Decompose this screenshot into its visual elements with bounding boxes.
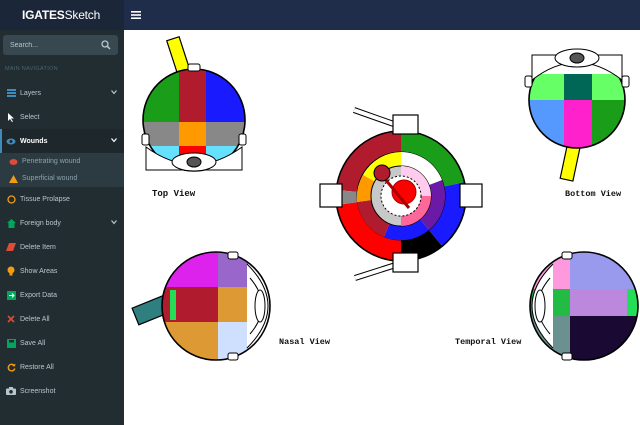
lightbulb-icon xyxy=(6,266,16,276)
sidebar-item-penetrating-wound[interactable]: Penetrating wound xyxy=(0,153,124,170)
brand-bold: IGATES xyxy=(22,8,65,22)
warning-icon xyxy=(8,174,18,184)
sidebar-item-save-all[interactable]: Save All xyxy=(0,331,124,355)
sidebar-item-label: Delete All xyxy=(20,315,50,323)
nav-header: MAIN NAVIGATION xyxy=(5,66,58,72)
drawing-canvas[interactable]: Top View Bottom View Nasal View Temporal… xyxy=(124,30,640,425)
app-brand[interactable]: IGATESSketch xyxy=(0,0,124,30)
sidebar-item-restore-all[interactable]: Restore All xyxy=(0,355,124,379)
sidebar-item-screenshot[interactable]: Screenshot xyxy=(0,379,124,403)
circle-icon xyxy=(6,194,16,204)
temporal-view-label: Temporal View xyxy=(455,337,522,347)
hamburger-menu-icon[interactable] xyxy=(130,9,142,21)
brand-light: Sketch xyxy=(64,8,101,22)
sidebar-item-label: Restore All xyxy=(20,363,54,371)
top-view-diagram[interactable] xyxy=(141,35,247,172)
house-icon xyxy=(6,218,16,228)
inferior-muscle xyxy=(392,252,419,273)
sidebar-item-label: Save All xyxy=(20,339,46,347)
export-icon xyxy=(6,290,16,300)
eye-icon xyxy=(6,136,16,146)
sidebar-item-label: Layers xyxy=(20,89,42,97)
sidebar-item-tissue-prolapse[interactable]: Tissue Prolapse xyxy=(0,187,124,211)
top-view-label: Top View xyxy=(152,189,196,199)
medial-muscle xyxy=(319,183,343,208)
sidebar-item-label: Foreign body xyxy=(20,219,61,227)
sidebar-item-export-data[interactable]: Export Data xyxy=(0,283,124,307)
top-navbar xyxy=(124,0,640,30)
nasal-view-diagram[interactable] xyxy=(131,251,271,362)
layers-icon xyxy=(6,88,16,98)
sidebar-item-layers[interactable]: Layers xyxy=(0,81,124,105)
sidebar-item-show-areas[interactable]: Show Areas xyxy=(0,259,124,283)
camera-icon xyxy=(6,386,16,396)
sidebar-item-label: Wounds xyxy=(20,137,48,145)
sidebar-item-wounds[interactable]: Wounds xyxy=(0,129,124,153)
chevron-down-icon xyxy=(111,90,117,95)
search-box xyxy=(3,35,118,55)
sidebar-item-label: Screenshot xyxy=(20,387,56,395)
chevron-down-icon xyxy=(111,220,117,225)
sidebar-item-label: Penetrating wound xyxy=(22,158,81,165)
close-icon xyxy=(6,314,16,324)
front-view-diagram[interactable] xyxy=(319,107,483,281)
sidebar-item-label: Show Areas xyxy=(20,267,58,275)
sidebar-item-label: Delete Item xyxy=(20,243,56,251)
sidebar-item-delete-all[interactable]: Delete All xyxy=(0,307,124,331)
bottom-view-label: Bottom View xyxy=(565,189,622,199)
cursor-icon xyxy=(6,112,16,122)
sidebar-item-superficial-wound[interactable]: Superficial wound xyxy=(0,170,124,187)
search-icon[interactable] xyxy=(101,40,111,50)
sidebar-item-select[interactable]: Select xyxy=(0,105,124,129)
sidebar-item-foreign-body[interactable]: Foreign body xyxy=(0,211,124,235)
superior-muscle xyxy=(392,114,419,135)
search-input[interactable] xyxy=(3,35,98,55)
save-icon xyxy=(6,338,16,348)
temporal-view-diagram[interactable] xyxy=(529,251,640,362)
chevron-down-icon xyxy=(111,138,117,143)
sidebar-item-label: Superficial wound xyxy=(22,175,78,182)
nasal-view-label: Nasal View xyxy=(279,337,331,347)
lateral-muscle xyxy=(459,183,483,208)
sidebar: IGATESSketch MAIN NAVIGATION Layers Sele… xyxy=(0,0,124,425)
eraser-icon xyxy=(6,242,16,252)
sidebar-item-delete-item[interactable]: Delete Item xyxy=(0,235,124,259)
sidebar-item-label: Select xyxy=(20,113,40,121)
refresh-icon xyxy=(6,362,16,372)
wound-icon xyxy=(8,157,18,167)
bottom-view-diagram[interactable] xyxy=(524,48,630,182)
sidebar-item-label: Export Data xyxy=(20,291,57,299)
sidebar-item-label: Tissue Prolapse xyxy=(20,195,70,203)
